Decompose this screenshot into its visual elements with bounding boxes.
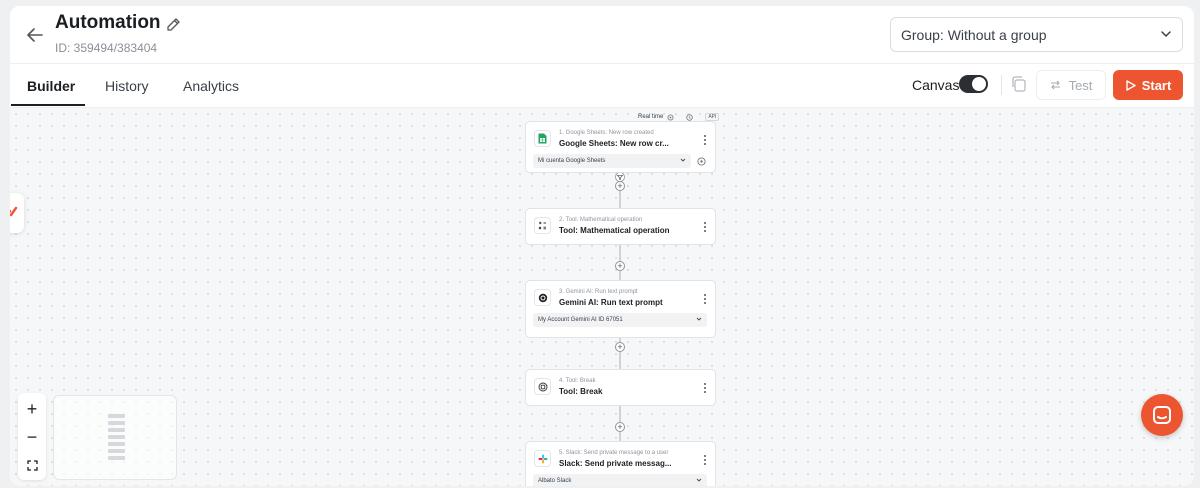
- more-vertical-icon[interactable]: [703, 293, 707, 305]
- account-select[interactable]: Albato Slack: [533, 474, 707, 486]
- add-step-button[interactable]: +: [615, 342, 625, 352]
- minimap-node: [108, 456, 125, 460]
- break-icon: [534, 378, 551, 395]
- chat-icon: [1153, 406, 1171, 424]
- node-subtitle: 1. Google Sheets: New row created: [559, 130, 654, 136]
- tab-history[interactable]: History: [105, 78, 149, 94]
- node-title: Gemini AI: Run text prompt: [559, 298, 663, 307]
- tab-builder[interactable]: Builder: [27, 78, 75, 94]
- google-sheets-icon: [534, 130, 551, 147]
- node-subtitle: 5. Slack: Send private message to a user: [559, 450, 669, 456]
- toggle-knob: [972, 77, 986, 91]
- account-select-value: Albato Slack: [538, 478, 572, 484]
- swap-arrows-icon: [1050, 80, 1060, 90]
- account-select[interactable]: Mi cuenta Google Sheets: [533, 154, 691, 168]
- node-title: Tool: Mathematical operation: [559, 226, 670, 235]
- start-button-label: Start: [1141, 77, 1172, 93]
- page-header: Automation ID: 359494/383404 Group: With…: [10, 6, 1194, 64]
- flow-canvas[interactable]: Real time API + + + + 1. Google Sheets: …: [10, 108, 1194, 486]
- chevron-down-icon: [1161, 31, 1171, 38]
- automation-id: ID: 359494/383404: [55, 41, 158, 55]
- back-button[interactable]: [24, 24, 46, 46]
- settings-icon[interactable]: [667, 114, 674, 121]
- api-badge[interactable]: API: [705, 113, 720, 121]
- copy-button[interactable]: [1009, 74, 1029, 94]
- account-select[interactable]: My Account Gemini AI ID 67051: [533, 313, 707, 327]
- albato-side-tab[interactable]: [10, 193, 24, 233]
- zoom-controls: + −: [18, 393, 46, 480]
- node-subtitle: 4. Tool: Break: [559, 378, 596, 384]
- tabs-bar: Builder History Analytics Canvas Test St…: [10, 64, 1194, 108]
- app-window: Automation ID: 359494/383404 Group: With…: [10, 6, 1194, 486]
- arrow-left-icon: [27, 28, 43, 42]
- realtime-label: Real time: [638, 114, 664, 120]
- group-select-value: Group: Without a group: [901, 26, 1047, 43]
- add-step-button[interactable]: +: [615, 422, 625, 432]
- chevron-down-icon: [696, 317, 702, 321]
- play-icon: [1125, 79, 1136, 91]
- zoom-in-button[interactable]: +: [18, 395, 46, 423]
- page-title: Automation: [55, 12, 161, 33]
- add-step-button[interactable]: +: [615, 261, 625, 271]
- realtime-indicator: Real time API: [638, 113, 720, 121]
- minimap-node: [108, 421, 125, 425]
- add-step-button[interactable]: +: [615, 181, 625, 191]
- flow-node-gemini-ai[interactable]: 3. Gemini AI: Run text prompt Gemini AI:…: [525, 280, 716, 338]
- math-operation-icon: [534, 217, 551, 234]
- node-title: Tool: Break: [559, 387, 603, 396]
- node-title: Google Sheets: New row cr...: [559, 139, 669, 148]
- minimap-node: [108, 414, 125, 418]
- test-button-label: Test: [1068, 77, 1093, 93]
- chevron-down-icon: [680, 158, 686, 162]
- flow-node-break[interactable]: 4. Tool: Break Tool: Break: [525, 369, 716, 406]
- clock-icon[interactable]: [686, 113, 694, 121]
- minimap-node: [108, 428, 125, 432]
- gemini-icon: [534, 289, 551, 306]
- pencil-icon: [167, 18, 180, 31]
- node-title: Slack: Send private messag...: [559, 459, 672, 468]
- minimap-node: [108, 449, 125, 453]
- slack-icon: [534, 450, 551, 467]
- account-select-value: My Account Gemini AI ID 67051: [538, 317, 623, 323]
- settings-icon[interactable]: [697, 157, 706, 166]
- canvas-label: Canvas: [912, 77, 960, 93]
- flow-node-slack[interactable]: 5. Slack: Send private message to a user…: [525, 441, 716, 486]
- more-vertical-icon[interactable]: [703, 134, 707, 146]
- more-vertical-icon[interactable]: [703, 454, 707, 466]
- node-subtitle: 2. Tool: Mathematical operation: [559, 217, 643, 223]
- flow-node-math-operation[interactable]: 2. Tool: Mathematical operation Tool: Ma…: [525, 208, 716, 245]
- test-button[interactable]: Test: [1036, 70, 1106, 100]
- flow-node-google-sheets[interactable]: 1. Google Sheets: New row created Google…: [525, 121, 716, 173]
- account-select-value: Mi cuenta Google Sheets: [538, 158, 606, 164]
- minimap-node: [108, 435, 125, 439]
- fit-view-button[interactable]: [18, 451, 46, 479]
- chat-support-button[interactable]: [1141, 394, 1183, 436]
- divider: [1001, 75, 1002, 95]
- more-vertical-icon[interactable]: [703, 221, 707, 233]
- node-subtitle: 3. Gemini AI: Run text prompt: [559, 289, 638, 295]
- albato-logo-icon: [10, 206, 18, 217]
- group-select[interactable]: Group: Without a group: [890, 17, 1183, 52]
- canvas-toggle[interactable]: [959, 75, 988, 93]
- fullscreen-icon: [26, 459, 38, 471]
- chevron-down-icon: [696, 478, 702, 482]
- more-vertical-icon[interactable]: [703, 382, 707, 394]
- copy-icon: [1012, 76, 1026, 92]
- tab-analytics[interactable]: Analytics: [183, 78, 239, 94]
- edit-title-button[interactable]: [165, 17, 181, 33]
- zoom-out-button[interactable]: −: [18, 423, 46, 451]
- start-button[interactable]: Start: [1113, 70, 1183, 100]
- minimap-node: [108, 442, 125, 446]
- active-tab-indicator: [11, 104, 85, 106]
- minimap[interactable]: [53, 395, 177, 480]
